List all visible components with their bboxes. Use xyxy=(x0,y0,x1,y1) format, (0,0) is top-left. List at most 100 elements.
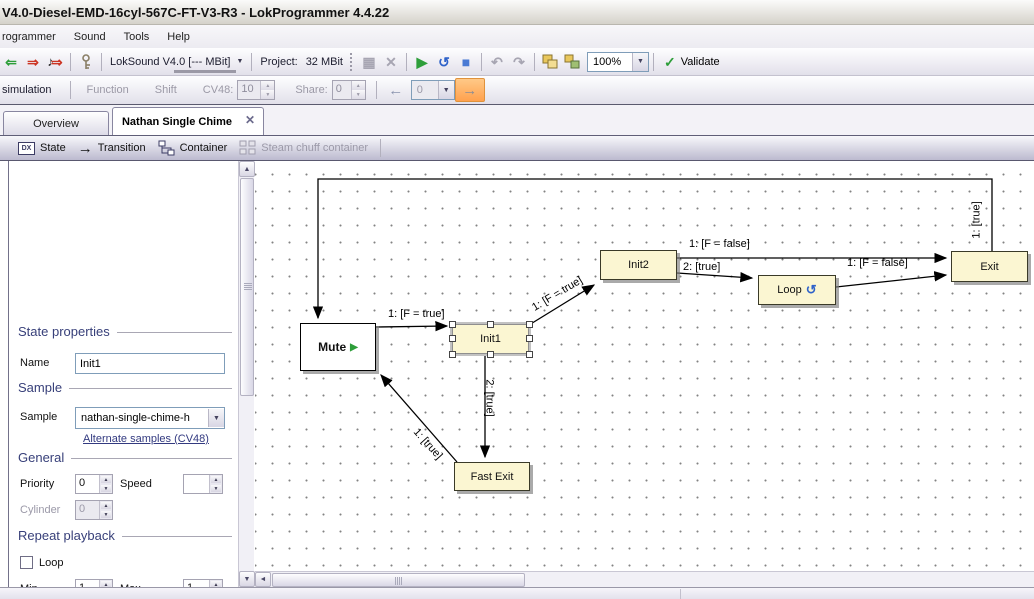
tab-nathan-single-chime[interactable]: Nathan Single Chime ✕ xyxy=(112,107,264,135)
step-back-button[interactable]: ← xyxy=(381,78,411,102)
loop-label: Loop xyxy=(39,557,63,569)
zoom-dropdown-button[interactable]: ▼ xyxy=(632,53,648,71)
repeat-max-spinner[interactable]: 1 ▲▼ xyxy=(183,579,223,587)
scroll-left-button[interactable]: ◄ xyxy=(255,572,271,587)
diagram-scroll-thumb[interactable] xyxy=(272,573,525,587)
loop-checkbox[interactable] xyxy=(20,556,33,569)
selection-handle[interactable] xyxy=(487,321,494,328)
transition-label-loop-exit[interactable]: 1: [F = false] xyxy=(847,257,908,269)
state-node-mute[interactable]: Mute▶ xyxy=(300,323,376,371)
step-select-disabled[interactable]: 0 ▼ xyxy=(411,80,455,100)
stop-button[interactable]: ■ xyxy=(455,51,477,73)
function-button-disabled[interactable]: Function xyxy=(83,84,133,96)
title-bar: V4.0-Diesel-EMD-16cyl-567C-FT-V3-R3 - Lo… xyxy=(0,0,1034,25)
write-to-decoder-button[interactable]: ⇒ xyxy=(22,51,44,73)
play-button[interactable]: ▶ xyxy=(411,51,433,73)
repeat-min-spinner[interactable]: 1 ▲▼ xyxy=(75,579,113,587)
transition-label-init2-loop[interactable]: 2: [true] xyxy=(683,261,720,273)
repeat-min-spin-up[interactable]: ▲ xyxy=(100,580,112,587)
transition-label-init2-exit[interactable]: 1: [F = false] xyxy=(689,238,750,250)
selection-handle[interactable] xyxy=(526,351,533,358)
shift-button-disabled[interactable]: Shift xyxy=(151,84,181,96)
menu-tools[interactable]: Tools xyxy=(115,27,159,47)
tab-close-icon[interactable]: ✕ xyxy=(245,114,255,126)
panel-scroll-thumb[interactable] xyxy=(240,178,254,396)
add-container-button[interactable]: Container xyxy=(152,138,234,159)
toolbar-grip[interactable] xyxy=(350,53,355,71)
zoom-select[interactable]: 100% ▼ xyxy=(587,52,649,72)
state-node-init1[interactable]: Init1 xyxy=(452,324,529,354)
panel-vertical-scrollbar[interactable]: ▲ ▼ xyxy=(238,161,254,587)
priority-spin-up[interactable]: ▲ xyxy=(100,475,112,484)
validate-check-icon: ✓ xyxy=(664,55,676,69)
scroll-up-button[interactable]: ▲ xyxy=(239,161,255,177)
chip-button-disabled[interactable]: ▦ xyxy=(358,51,380,73)
cv48-spin-up[interactable]: ▲ xyxy=(261,81,274,90)
selection-handle[interactable] xyxy=(526,321,533,328)
cancel-button-disabled[interactable]: ✕ xyxy=(380,51,402,73)
menu-sound[interactable]: Sound xyxy=(65,27,115,47)
diagram-horizontal-scrollbar[interactable]: ◄ xyxy=(255,571,1034,587)
wire-fastexit-mute[interactable] xyxy=(381,375,457,462)
cylinder-spin-down[interactable]: ▼ xyxy=(100,510,112,519)
selection-handle[interactable] xyxy=(487,351,494,358)
programmer-button[interactable] xyxy=(75,51,97,73)
transition-label-mute-init1[interactable]: 1: [F = true] xyxy=(388,308,445,320)
validate-button[interactable]: ✓ Validate xyxy=(658,51,726,73)
state-label: Loop xyxy=(777,284,801,296)
speed-spinner[interactable]: ▲▼ xyxy=(183,474,223,494)
tab-overview-label: Overview xyxy=(33,118,79,130)
add-steam-chuff-container-button[interactable]: Steam chuff container xyxy=(233,138,374,159)
device-select[interactable]: LokSound V4.0 [--- MBit] ▼ xyxy=(106,51,247,73)
undo-button[interactable]: ↶ xyxy=(486,51,508,73)
wire-loop-exit[interactable] xyxy=(836,275,946,287)
wire-mute-init1[interactable] xyxy=(376,326,447,327)
tab-overview[interactable]: Overview xyxy=(3,111,109,135)
cv48-spinner[interactable]: 10 ▲▼ xyxy=(237,80,275,100)
cylinder-spinner-disabled[interactable]: 0 ▲▼ xyxy=(75,500,113,520)
share-spin-down[interactable]: ▼ xyxy=(352,90,365,99)
name-input[interactable] xyxy=(75,353,225,374)
speed-value xyxy=(184,475,209,493)
priority-spinner[interactable]: 0 ▲▼ xyxy=(75,474,113,494)
write-sound-button[interactable]: ♪⇒ xyxy=(44,51,66,73)
menu-help[interactable]: Help xyxy=(158,27,199,47)
wire-init2-loop[interactable] xyxy=(677,273,752,278)
cascade-windows-button[interactable] xyxy=(539,51,561,73)
add-transition-button[interactable]: → Transition xyxy=(72,138,152,159)
step-forward-button[interactable]: → xyxy=(455,78,485,102)
wire-exit-mute[interactable] xyxy=(318,179,992,318)
add-state-button[interactable]: DX State xyxy=(12,138,72,159)
speed-spin-down[interactable]: ▼ xyxy=(210,484,222,493)
state-node-init2[interactable]: Init2 xyxy=(600,250,677,280)
cascade-icon xyxy=(542,54,558,69)
repeat-max-spin-up[interactable]: ▲ xyxy=(210,580,222,587)
step-dropdown-button[interactable]: ▼ xyxy=(438,81,454,99)
diagram-canvas[interactable]: 1: [F = true]1: [F = true]2: [true]1: [t… xyxy=(255,161,1034,571)
share-spinner[interactable]: 0 ▲▼ xyxy=(332,80,366,100)
loop-playback-button[interactable]: ↺ xyxy=(433,51,455,73)
sample-select[interactable]: nathan-single-chime-h ▼ xyxy=(75,407,225,429)
transition-label-init1-fast-exit[interactable]: 2: [true] xyxy=(484,379,496,416)
cylinder-spin-up[interactable]: ▲ xyxy=(100,501,112,510)
selection-handle[interactable] xyxy=(449,321,456,328)
redo-button[interactable]: ↷ xyxy=(508,51,530,73)
menu-programmer[interactable]: rogrammer xyxy=(0,27,65,47)
alternate-samples-link[interactable]: Alternate samples (CV48) xyxy=(83,433,209,445)
priority-spin-down[interactable]: ▼ xyxy=(100,484,112,493)
simulation-label[interactable]: simulation xyxy=(0,84,56,96)
tile-windows-button[interactable] xyxy=(561,51,583,73)
selection-handle[interactable] xyxy=(449,335,456,342)
speed-spin-up[interactable]: ▲ xyxy=(210,475,222,484)
selection-handle[interactable] xyxy=(449,351,456,358)
sample-dropdown-button[interactable]: ▼ xyxy=(208,409,224,427)
state-node-fast-exit[interactable]: Fast Exit xyxy=(454,462,530,491)
selection-handle[interactable] xyxy=(526,335,533,342)
cv48-spin-down[interactable]: ▼ xyxy=(261,90,274,99)
state-node-exit[interactable]: Exit xyxy=(951,251,1028,282)
share-spin-up[interactable]: ▲ xyxy=(352,81,365,90)
scroll-down-button[interactable]: ▼ xyxy=(239,571,255,587)
transition-label-exit-mute[interactable]: 1: [true] xyxy=(971,201,983,238)
read-from-decoder-button[interactable]: ⇐ xyxy=(0,51,22,73)
state-node-loop[interactable]: Loop↺ xyxy=(758,275,836,305)
